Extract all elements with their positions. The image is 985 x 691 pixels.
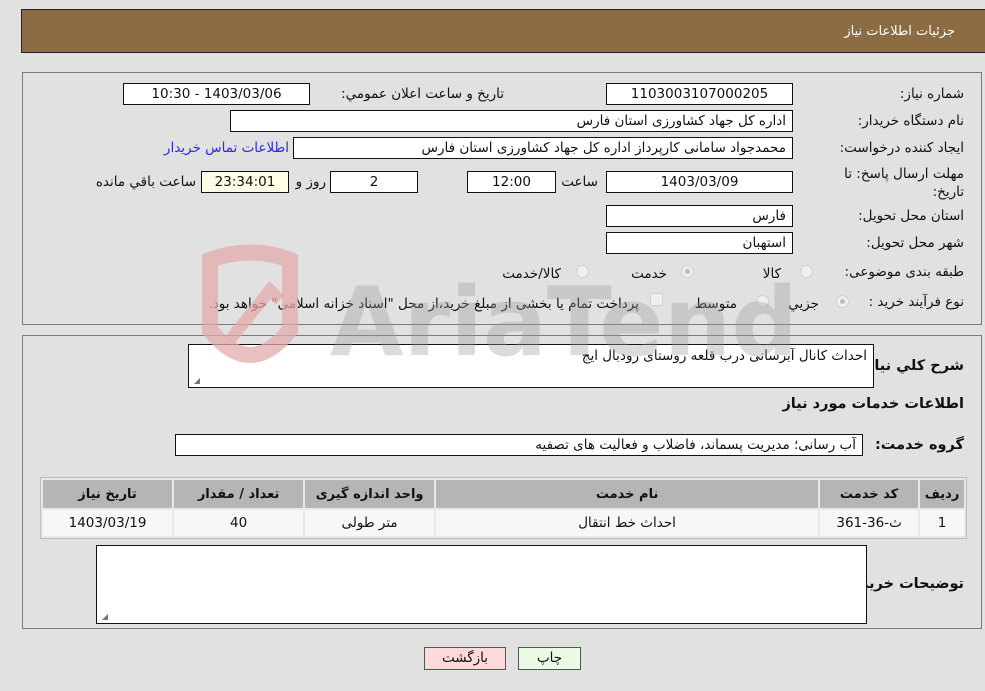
process-option-minor: جزيي xyxy=(788,296,819,312)
deadline-days-field: 2 xyxy=(330,171,418,193)
buyer-org-label: نام دستگاه خريدار: xyxy=(857,113,964,129)
cell-row-number: 1 xyxy=(920,510,964,536)
col-header-service-code: کد خدمت xyxy=(820,480,919,508)
description-text: احداث کانال آبرسانی درب قلعه روستای رودب… xyxy=(581,348,867,364)
requester-label: ايجاد کننده درخواست: xyxy=(839,140,964,156)
buyer-notes-textarea[interactable]: ◢ xyxy=(96,545,867,624)
category-radio-service[interactable] xyxy=(681,265,694,278)
cell-unit: متر طولی xyxy=(305,510,435,536)
services-section-title: اطلاعات خدمات مورد نياز xyxy=(782,396,964,412)
announce-datetime-label: تاریخ و ساعت اعلان عمومي: xyxy=(341,86,504,102)
announce-datetime-field: 1403/03/06 - 10:30 xyxy=(123,83,310,105)
category-option-service: خدمت xyxy=(631,266,667,282)
process-radio-medium[interactable] xyxy=(756,295,769,308)
services-panel: شرح کلي نياز: احداث کانال آبرسانی درب قل… xyxy=(22,335,982,629)
services-table: رديف کد خدمت نام خدمت واحد اندازه گيری ت… xyxy=(40,477,967,539)
details-panel: شماره نیاز: 1103003107000205 تاریخ و ساع… xyxy=(22,72,982,325)
resize-grip-icon[interactable]: ◢ xyxy=(191,376,200,385)
service-group-field: آب رسانی؛ مدیریت پسماند، فاضلاب و فعالیت… xyxy=(175,434,863,456)
category-radio-goods-service[interactable] xyxy=(576,265,589,278)
col-header-unit: واحد اندازه گيری xyxy=(305,480,435,508)
city-label: شهر محل تحويل: xyxy=(866,235,964,251)
province-field: فارس xyxy=(606,205,793,227)
description-label: شرح کلي نياز: xyxy=(860,358,964,374)
deadline-label: مهلت ارسال پاسخ: تا تاریخ: xyxy=(844,166,964,200)
col-header-need-date: تاريخ نياز xyxy=(43,480,173,508)
remaining-time-label: ساعت باقي مانده xyxy=(95,174,196,190)
category-option-goods-service: کالا/خدمت xyxy=(502,266,561,282)
requester-field: محمدجواد سامانی کارپرداز اداره کل جهاد ک… xyxy=(293,137,793,159)
col-header-quantity: تعداد / مقدار xyxy=(174,480,304,508)
need-number-field: 1103003107000205 xyxy=(606,83,793,105)
deadline-date-field: 1403/03/09 xyxy=(606,171,793,193)
cell-quantity: 40 xyxy=(174,510,304,536)
col-header-service-name: نام خدمت xyxy=(436,480,819,508)
cell-service-name: احداث خط انتقال xyxy=(436,510,819,536)
page-header: جزئیات اطلاعات نیاز xyxy=(21,9,985,53)
treasury-checkbox[interactable] xyxy=(650,293,663,306)
category-label: طبقه بندی موضوعی: xyxy=(844,264,964,280)
description-textarea[interactable]: احداث کانال آبرسانی درب قلعه روستای رودب… xyxy=(188,344,874,388)
buyer-org-field: اداره کل جهاد کشاورزی استان فارس xyxy=(230,110,793,132)
process-option-medium: متوسط xyxy=(694,296,737,312)
buyer-contact-link[interactable]: اطلاعات تماس خريدار xyxy=(164,140,289,156)
cell-service-code: ث-36-361 xyxy=(820,510,919,536)
cell-need-date: 1403/03/19 xyxy=(43,510,173,536)
province-label: استان محل تحويل: xyxy=(858,208,964,224)
deadline-time-field: 12:00 xyxy=(467,171,556,193)
remaining-time-field: 23:34:01 xyxy=(201,171,289,193)
category-option-goods: کالا xyxy=(762,266,781,282)
back-button[interactable]: بازگشت xyxy=(424,647,506,670)
process-radio-minor[interactable] xyxy=(836,295,849,308)
process-type-label: نوع فرآيند خريد : xyxy=(868,294,964,310)
need-number-label: شماره نیاز: xyxy=(899,86,964,102)
service-group-label: گروه خدمت: xyxy=(874,437,964,453)
table-header-row: رديف کد خدمت نام خدمت واحد اندازه گيری ت… xyxy=(43,480,964,508)
page-title: جزئیات اطلاعات نیاز xyxy=(844,24,955,39)
table-row: 1 ث-36-361 احداث خط انتقال متر طولی 40 1… xyxy=(43,510,964,536)
print-button[interactable]: چاپ xyxy=(518,647,581,670)
treasury-note: پرداخت تمام یا بخشی از مبلغ خرید،از محل … xyxy=(208,296,639,312)
resize-grip-icon[interactable]: ◢ xyxy=(99,612,108,621)
category-radio-goods[interactable] xyxy=(800,265,813,278)
deadline-days-label: روز و xyxy=(295,174,326,190)
deadline-time-label: ساعت xyxy=(561,174,598,190)
city-field: استهبان xyxy=(606,232,793,254)
col-header-row-number: رديف xyxy=(920,480,964,508)
